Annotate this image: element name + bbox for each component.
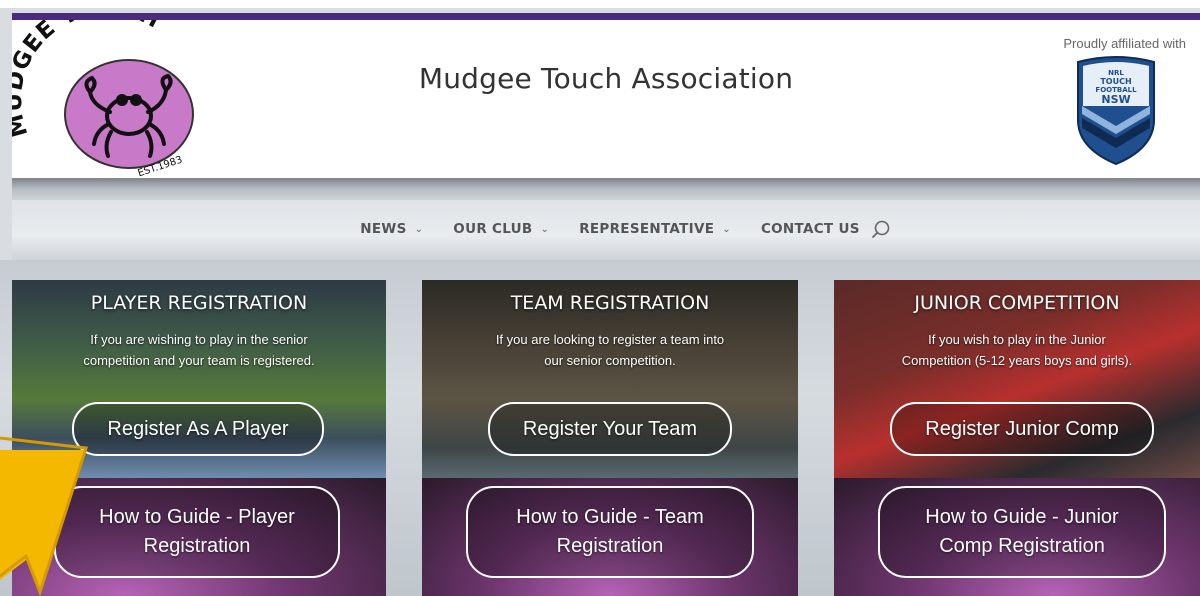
nav-item-our-club[interactable]: OUR CLUB ⌄ [453, 221, 549, 237]
card-title: TEAM REGISTRATION [510, 292, 710, 314]
button-line: How to Guide - Junior [925, 506, 1119, 528]
register-your-team-button[interactable]: Register Your Team [488, 402, 732, 456]
badge-text-touch: TOUCH [1100, 77, 1131, 86]
card-description: If you wish to play in the Junior Compet… [844, 329, 1190, 371]
badge-text-nrl: NRL [1108, 69, 1124, 77]
nav-item-contact-us[interactable]: CONTACT US [761, 221, 860, 237]
nav-item-label: CONTACT US [760, 221, 860, 237]
button-line: How to Guide - Player [99, 506, 295, 528]
nrl-touch-football-nsw-badge[interactable]: NRL TOUCH FOOTBALL NSW [1074, 56, 1158, 166]
nav-item-label: OUR CLUB [453, 221, 533, 237]
chevron-down-icon: ⌄ [414, 223, 424, 235]
badge-text-nsw: NSW [1101, 93, 1130, 106]
button-line: Comp Registration [939, 535, 1105, 557]
nav-item-label: REPRESENTATIVE [579, 221, 715, 237]
card-description-line: Competition (5-12 years boys and girls). [901, 353, 1133, 368]
button-line: How to Guide - Team [516, 506, 704, 528]
button-line: Registration [143, 535, 251, 557]
card-description-line: our senior competition. [544, 353, 676, 368]
card-description-line: If you are wishing to play in the senior [90, 332, 308, 347]
main-nav: NEWS ⌄ OUR CLUB ⌄ REPRESENTATIVE ⌄ CONTA… [12, 218, 1200, 240]
junior-competition-card: JUNIOR COMPETITION If you wish to play i… [834, 280, 1200, 596]
card-description: If you are looking to register a team in… [432, 329, 788, 371]
chevron-down-icon: ⌄ [722, 223, 731, 235]
player-guide-button[interactable]: How to Guide - Player Registration [54, 486, 340, 578]
highlight-arrow-icon [0, 436, 88, 596]
hero-image-strip [12, 178, 1200, 200]
register-junior-comp-button[interactable]: Register Junior Comp [890, 402, 1154, 456]
register-as-player-button[interactable]: Register As A Player [72, 402, 324, 456]
nav-item-representative[interactable]: REPRESENTATIVE ⌄ [579, 221, 731, 237]
search-icon[interactable] [870, 218, 892, 240]
site-header: MUDGEE TOUCH EST.1983 Mudgee Touch Assoc… [12, 20, 1200, 178]
card-title: PLAYER REGISTRATION [90, 292, 308, 314]
card-description: If you are wishing to play in the senior… [22, 329, 376, 371]
card-title: JUNIOR COMPETITION [914, 292, 1120, 314]
chevron-down-icon: ⌄ [540, 223, 550, 235]
card-description-line: If you are looking to register a team in… [495, 332, 725, 347]
top-accent-bar [12, 13, 1200, 20]
team-guide-button[interactable]: How to Guide - Team Registration [466, 486, 754, 578]
nav-item-news[interactable]: NEWS ⌄ [360, 221, 423, 237]
card-description-line: competition and your team is registered. [83, 353, 315, 368]
junior-guide-button[interactable]: How to Guide - Junior Comp Registration [878, 486, 1166, 578]
main-nav-band: NEWS ⌄ OUR CLUB ⌄ REPRESENTATIVE ⌄ CONTA… [12, 200, 1200, 260]
card-description-line: If you wish to play in the Junior [928, 332, 1106, 347]
top-white-strip [0, 0, 1200, 8]
site-title: Mudgee Touch Association [418, 62, 794, 95]
mudgee-touch-logo[interactable]: MUDGEE TOUCH EST.1983 [12, 20, 197, 178]
team-registration-card: TEAM REGISTRATION If you are looking to … [422, 280, 798, 596]
nav-item-label: NEWS [360, 221, 407, 237]
button-line: Registration [556, 535, 664, 557]
affiliation-label: Proudly affiliated with [1063, 36, 1186, 51]
